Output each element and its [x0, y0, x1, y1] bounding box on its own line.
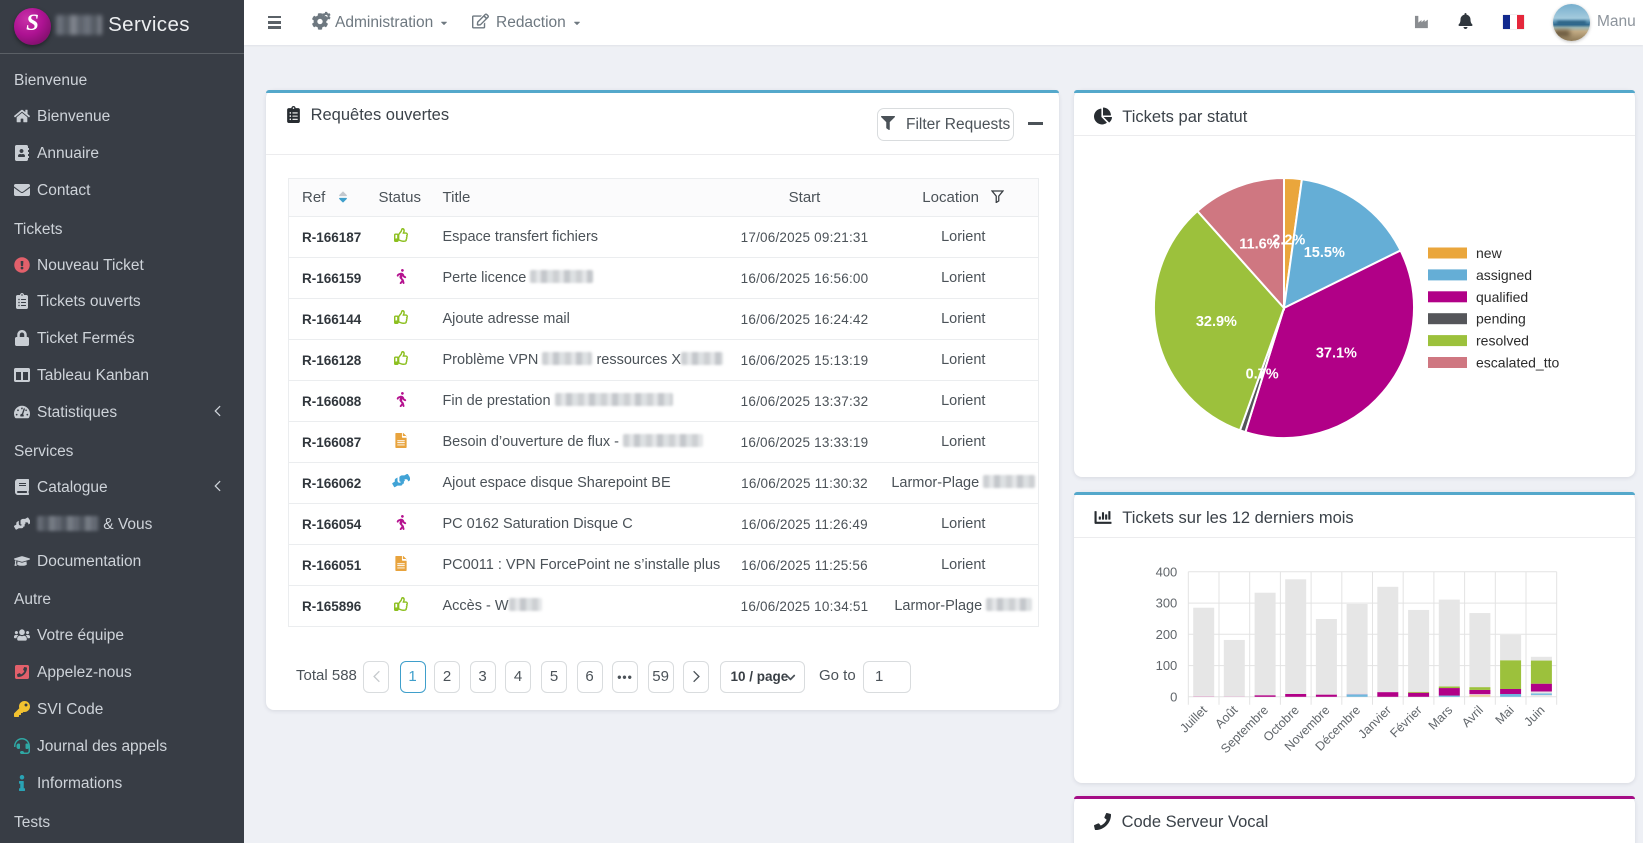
svg-text:15.5%: 15.5%: [1304, 245, 1345, 261]
svg-text:32.9%: 32.9%: [1196, 314, 1237, 330]
svg-text:100: 100: [1156, 658, 1178, 673]
svg-text:400: 400: [1156, 564, 1178, 579]
svg-text:Avril: Avril: [1459, 703, 1486, 730]
svg-text:escalated_tto: escalated_tto: [1476, 355, 1559, 371]
svg-text:37.1%: 37.1%: [1316, 346, 1357, 362]
svg-text:Février: Février: [1387, 703, 1424, 740]
svg-text:pending: pending: [1476, 311, 1526, 327]
svg-text:resolved: resolved: [1476, 333, 1529, 349]
svg-text:Mai: Mai: [1493, 703, 1517, 727]
svg-text:Juillet: Juillet: [1177, 703, 1210, 736]
svg-text:qualified: qualified: [1476, 289, 1528, 305]
svg-text:300: 300: [1156, 596, 1178, 611]
svg-text:0.7%: 0.7%: [1246, 366, 1279, 382]
svg-text:Mars: Mars: [1426, 703, 1456, 733]
svg-text:0: 0: [1170, 689, 1177, 704]
svg-text:200: 200: [1156, 627, 1178, 642]
svg-text:Janvier: Janvier: [1356, 703, 1394, 741]
svg-text:Juin: Juin: [1521, 703, 1547, 729]
svg-text:11.6%: 11.6%: [1239, 237, 1279, 253]
svg-text:new: new: [1476, 245, 1503, 261]
svg-text:assigned: assigned: [1476, 267, 1532, 283]
